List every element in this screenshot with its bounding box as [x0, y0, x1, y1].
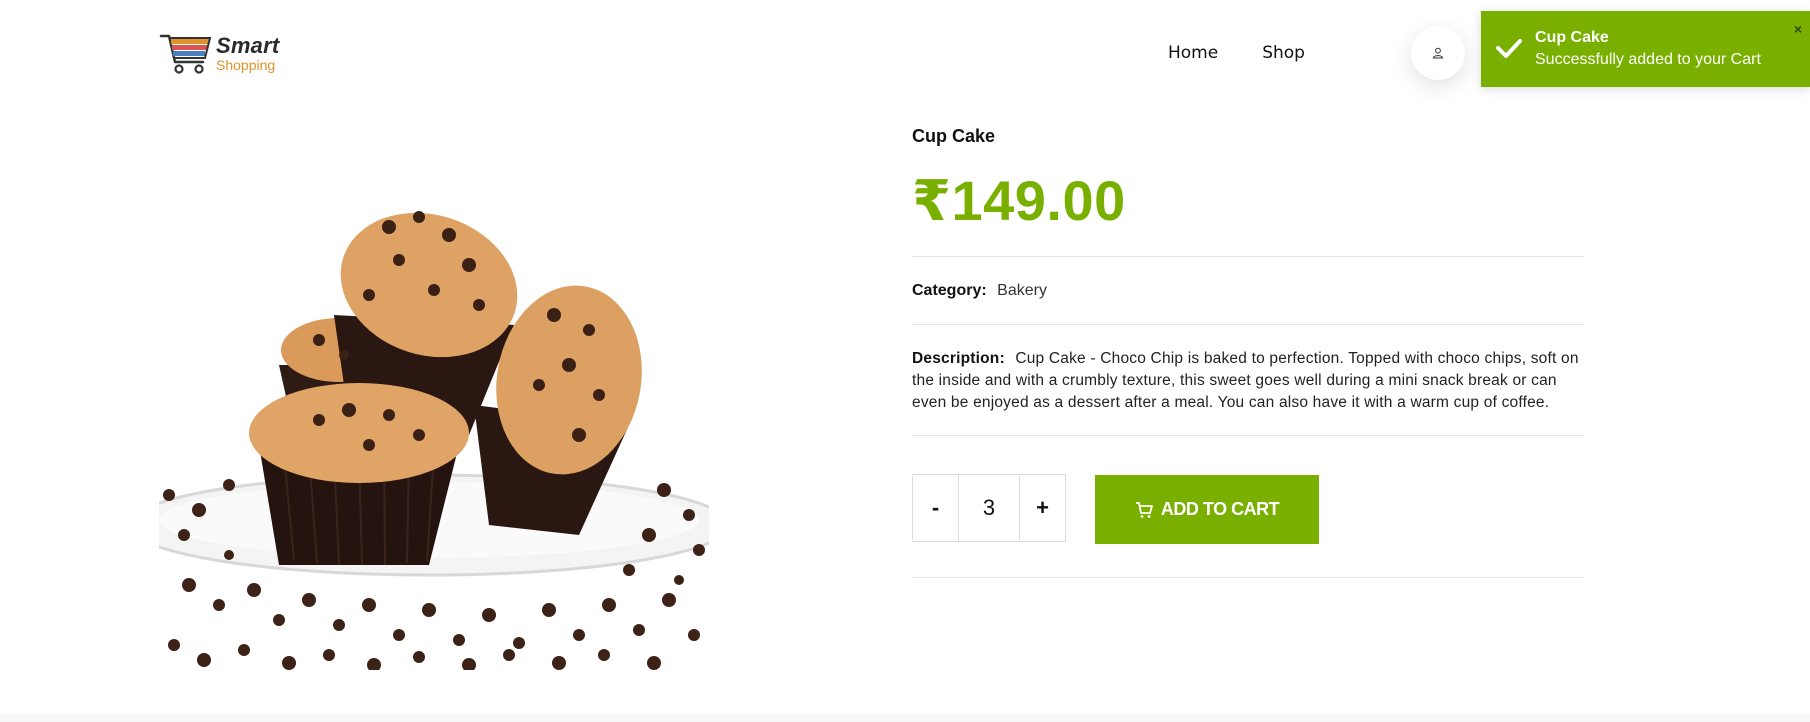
add-to-cart-label: ADD TO CART [1160, 499, 1280, 519]
divider [912, 577, 1584, 578]
toast-message: Successfully added to your Cart [1535, 51, 1761, 68]
product-price: ₹149.00 [912, 169, 1126, 232]
divider [912, 324, 1584, 325]
brand-name: Smart [216, 32, 280, 58]
user-account-button[interactable] [1411, 26, 1465, 80]
nav-shop-link[interactable]: Shop [1262, 43, 1305, 63]
main-nav: Home Shop [1168, 43, 1305, 63]
toast-notification: Cup Cake Successfully added to your Cart… [1481, 11, 1810, 87]
cupcake-image [159, 211, 709, 670]
toast-title: Cup Cake [1535, 29, 1609, 46]
footer-band [0, 713, 1810, 722]
product-page: Smart Shopping Home Shop Cup Cake ₹149.0… [0, 0, 1810, 722]
quantity-decrease-button[interactable]: - [913, 475, 958, 541]
quantity-stepper: - 3 + [912, 474, 1066, 542]
product-image [159, 195, 709, 670]
quantity-value[interactable]: 3 [958, 475, 1020, 541]
check-icon [1496, 39, 1522, 58]
add-to-cart-button[interactable]: ADD TO CART [1095, 475, 1319, 544]
description-label: Description: [912, 350, 1005, 367]
category-value[interactable]: Bakery [997, 282, 1047, 299]
close-icon[interactable]: × [1794, 21, 1802, 37]
brand-subname: Shopping [216, 56, 276, 73]
user-icon [1432, 47, 1444, 59]
description-text: Cup Cake - Choco Chip is baked to perfec… [912, 350, 1579, 411]
divider [912, 435, 1584, 436]
cart-icon [1135, 501, 1153, 518]
nav-home-link[interactable]: Home [1168, 43, 1218, 63]
product-title: Cup Cake [912, 126, 996, 146]
divider [912, 256, 1584, 257]
category-row: Category: Bakery [912, 282, 1047, 300]
brand-logo[interactable]: Smart Shopping [159, 30, 279, 76]
quantity-increase-button[interactable]: + [1020, 475, 1065, 541]
shopping-cart-logo-icon [159, 34, 212, 74]
product-description: Description: Cup Cake - Choco Chip is ba… [912, 348, 1584, 414]
category-label: Category: [912, 282, 987, 299]
